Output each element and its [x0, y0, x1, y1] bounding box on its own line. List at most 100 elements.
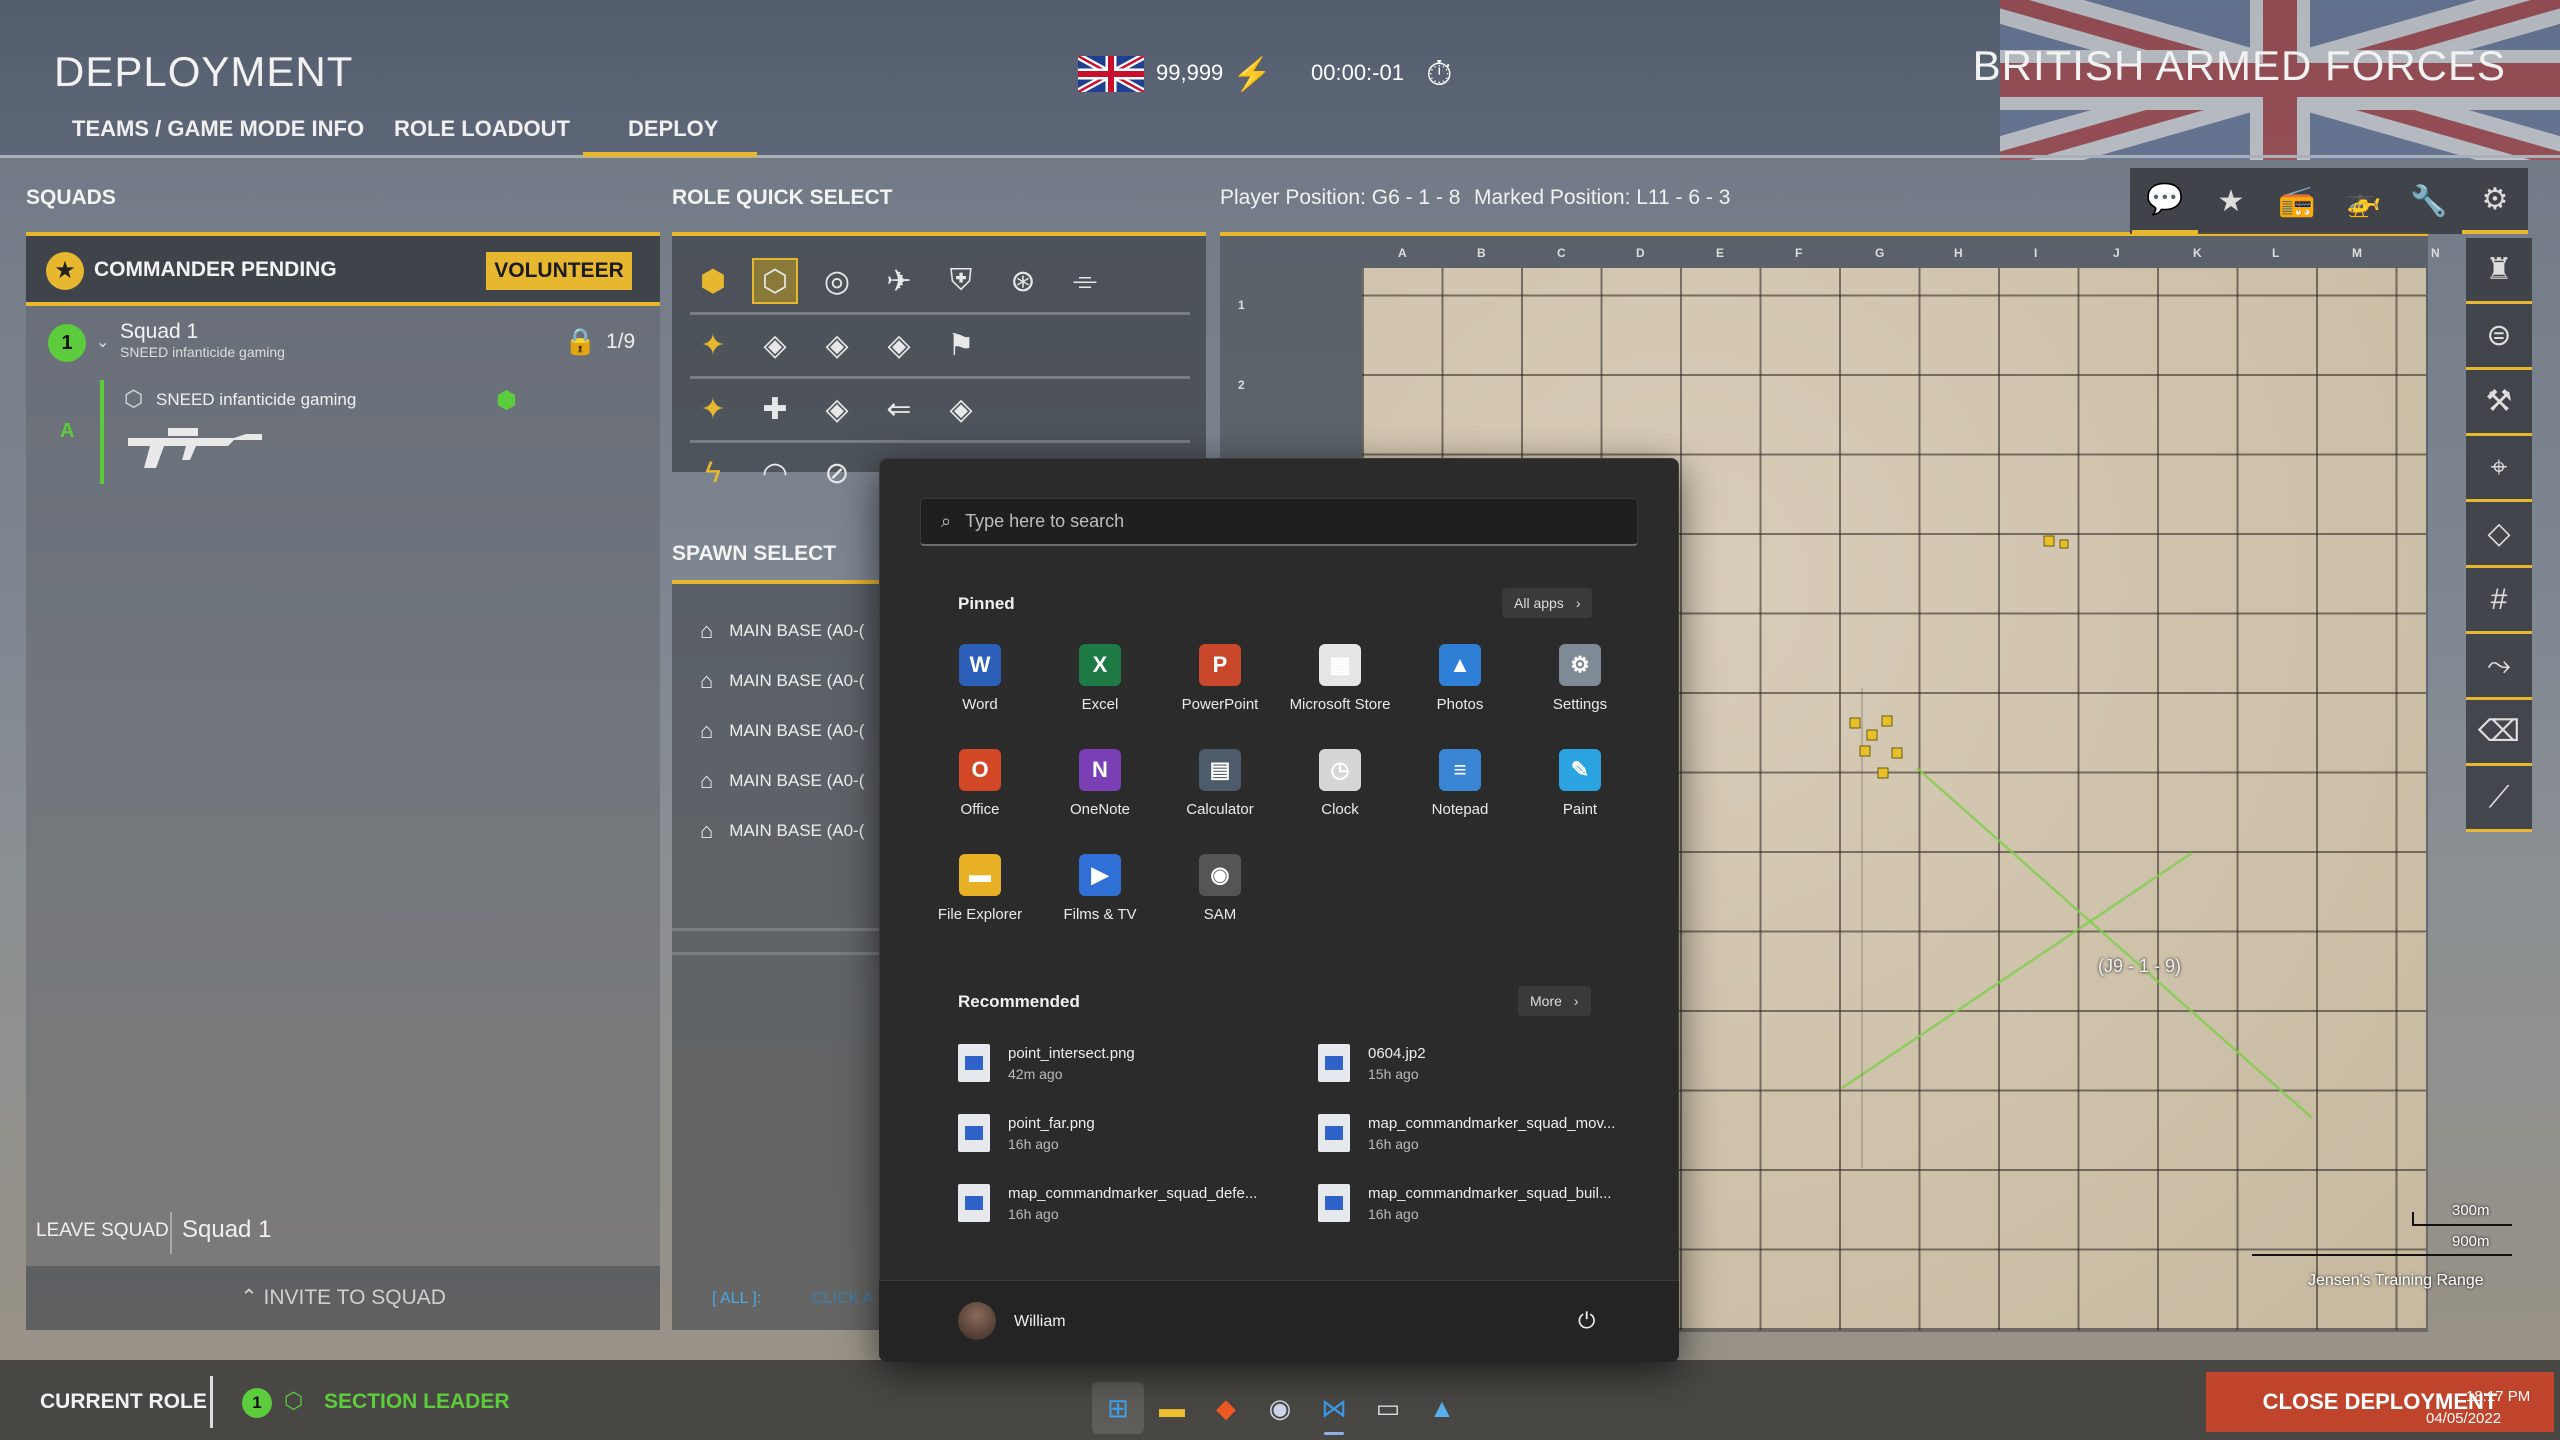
- role-wrench-icon[interactable]: ⊘: [814, 450, 860, 496]
- role-team-leader-icon[interactable]: ✦: [690, 386, 736, 432]
- pinned-app[interactable]: ◷ Clock: [1280, 749, 1400, 818]
- request-helicopter-icon[interactable]: 🚁: [2330, 168, 2396, 234]
- spawn-item[interactable]: ⌂ MAIN BASE (A0-(: [700, 618, 864, 644]
- pinned-app[interactable]: ▶ Films & TV: [1040, 854, 1160, 923]
- role-lightning-icon[interactable]: ϟ: [690, 450, 736, 496]
- squad-name[interactable]: Squad 1: [120, 320, 198, 344]
- pinned-app[interactable]: ⚙ Settings: [1520, 644, 1640, 713]
- pinned-app-label: Clock: [1321, 801, 1359, 818]
- main-base-icon: ⌂: [700, 818, 714, 843]
- pinned-app[interactable]: ≡ Notepad: [1400, 749, 1520, 818]
- role-automatic-rifleman-icon[interactable]: ◈: [814, 322, 860, 368]
- role-section-leader-icon[interactable]: ⬡: [752, 258, 798, 304]
- pinned-app[interactable]: ✎ Paint: [1520, 749, 1640, 818]
- recommended-item[interactable]: point_far.png 16h ago: [958, 1114, 1278, 1152]
- eraser-icon[interactable]: ⌫: [2466, 700, 2532, 766]
- start-search-input[interactable]: ⌕ Type here to search: [920, 498, 1638, 546]
- tab-role-loadout[interactable]: ROLE LOADOUT: [394, 116, 570, 142]
- role-pilot-icon[interactable]: ✈: [876, 258, 922, 304]
- pinned-app[interactable]: W Word: [920, 644, 1040, 713]
- chevron-down-icon[interactable]: ⌄: [96, 332, 109, 352]
- main-base-icon: ⌂: [700, 768, 714, 793]
- recommended-item[interactable]: map_commandmarker_squad_buil... 16h ago: [1318, 1184, 1638, 1222]
- pinned-app[interactable]: ▬ File Explorer: [920, 854, 1040, 923]
- role-marksman-icon[interactable]: ◈: [814, 386, 860, 432]
- pinned-app[interactable]: P PowerPoint: [1160, 644, 1280, 713]
- spawn-label: MAIN BASE (A0-(: [729, 721, 865, 740]
- role-parachute-icon[interactable]: ✦: [690, 322, 736, 368]
- user-avatar[interactable]: [958, 1302, 996, 1340]
- map-build-icon[interactable]: ⚒: [2466, 370, 2532, 436]
- leave-squad-button[interactable]: LEAVE SQUAD: [36, 1220, 169, 1242]
- role-helmet-icon[interactable]: ◠: [752, 450, 798, 496]
- map-column-label: L: [2272, 246, 2280, 260]
- settings-gear-icon[interactable]: ⚙: [2462, 168, 2528, 234]
- all-apps-button[interactable]: All apps ›: [1502, 588, 1593, 618]
- role-flag-icon[interactable]: ⚑: [938, 322, 984, 368]
- favorite-star-icon[interactable]: ★: [2198, 168, 2264, 234]
- pinned-app-label: Microsoft Store: [1289, 696, 1391, 713]
- request-repair-icon[interactable]: 🔧: [2396, 168, 2462, 234]
- recommended-item[interactable]: 0604.jp2 15h ago: [1318, 1044, 1638, 1082]
- pinned-app[interactable]: O Office: [920, 749, 1040, 818]
- invite-to-squad-button[interactable]: ⌃ INVITE TO SQUAD: [26, 1266, 660, 1330]
- stopwatch-icon: ⏱: [1426, 55, 1453, 93]
- ruler-icon[interactable]: ⟋: [2466, 766, 2532, 832]
- photos-icon[interactable]: ▲: [1420, 1386, 1464, 1430]
- windows-start-icon[interactable]: ⊞: [1096, 1386, 1140, 1430]
- role-squad-badge: 1: [242, 1388, 272, 1418]
- user-name[interactable]: William: [1014, 1313, 1066, 1331]
- role-crewman-icon[interactable]: ⊛: [1000, 258, 1046, 304]
- role-engineer-icon[interactable]: ◈: [938, 386, 984, 432]
- spawn-item[interactable]: ⌂ MAIN BASE (A0-(: [700, 818, 864, 844]
- role-tank-commander-icon[interactable]: ◎: [814, 258, 860, 304]
- chat-icon[interactable]: 💬: [2132, 168, 2198, 234]
- recommended-text: map_commandmarker_squad_mov... 16h ago: [1368, 1115, 1615, 1152]
- grid-toggle-icon[interactable]: #: [2466, 568, 2532, 634]
- brave-browser-icon[interactable]: ◆: [1204, 1386, 1248, 1430]
- steam-icon[interactable]: ◉: [1258, 1386, 1302, 1430]
- terminal-icon[interactable]: ▭: [1366, 1386, 1410, 1430]
- pinned-app[interactable]: ▤ Calculator: [1160, 749, 1280, 818]
- spawn-item[interactable]: ⌂ MAIN BASE (A0-(: [700, 668, 864, 694]
- recommended-item[interactable]: map_commandmarker_squad_mov... 16h ago: [1318, 1114, 1638, 1152]
- page-title: DEPLOYMENT: [54, 48, 354, 95]
- volunteer-button[interactable]: VOLUNTEER: [486, 252, 632, 290]
- clock-date: 04/05/2022: [2426, 1410, 2502, 1427]
- role-medic-icon[interactable]: ✚: [752, 386, 798, 432]
- vscode-icon[interactable]: ⋈: [1312, 1386, 1356, 1430]
- pinned-app[interactable]: ▲ Photos: [1400, 644, 1520, 713]
- map-objective-icon[interactable]: ◇: [2466, 502, 2532, 568]
- request-radio-icon[interactable]: 📻: [2264, 168, 2330, 234]
- scale-300m: 300m: [2452, 1202, 2490, 1219]
- route-icon[interactable]: ⤳: [2466, 634, 2532, 700]
- pinned-app[interactable]: ◉ SAM: [1160, 854, 1280, 923]
- role-grenadier-icon[interactable]: ◈: [876, 322, 922, 368]
- scale-bar: [2412, 1224, 2512, 1226]
- recommended-item[interactable]: point_intersect.png 42m ago: [958, 1044, 1278, 1082]
- map-location-icon[interactable]: ⌖: [2466, 436, 2532, 502]
- role-rifleman-icon[interactable]: ◈: [752, 322, 798, 368]
- spawn-item[interactable]: ⌂ MAIN BASE (A0-(: [700, 768, 864, 794]
- power-icon[interactable]: ⏻: [1578, 1308, 1595, 1334]
- pinned-app[interactable]: ▦ Microsoft Store: [1280, 644, 1400, 713]
- filter-all[interactable]: [ ALL ]:: [712, 1290, 761, 1308]
- pinned-app[interactable]: N OneNote: [1040, 749, 1160, 818]
- current-role-label: CURRENT ROLE: [40, 1390, 207, 1413]
- photos-icon: ▲: [1439, 644, 1481, 686]
- role-antitank-icon[interactable]: ⇐: [876, 386, 922, 432]
- map-markers-icon[interactable]: ♜: [2466, 238, 2532, 304]
- map-vehicle-icon[interactable]: ⊜: [2466, 304, 2532, 370]
- tab-deploy[interactable]: DEPLOY: [628, 116, 718, 142]
- more-button[interactable]: More ›: [1518, 986, 1591, 1016]
- role-wings-icon[interactable]: ⌯: [1062, 258, 1108, 304]
- file-explorer-icon[interactable]: ▬: [1150, 1386, 1194, 1430]
- recommended-item[interactable]: map_commandmarker_squad_defe... 16h ago: [958, 1184, 1278, 1222]
- tab-teams-info[interactable]: TEAMS / GAME MODE INFO: [72, 116, 364, 142]
- role-squad-leader-icon[interactable]: ⬢: [690, 258, 736, 304]
- spawn-item[interactable]: ⌂ MAIN BASE (A0-(: [700, 718, 864, 744]
- pinned-app[interactable]: X Excel: [1040, 644, 1160, 713]
- member-name[interactable]: SNEED infanticide gaming: [156, 390, 356, 410]
- role-shield-icon[interactable]: ⛨: [938, 258, 984, 304]
- lock-icon[interactable]: 🔒: [564, 326, 596, 357]
